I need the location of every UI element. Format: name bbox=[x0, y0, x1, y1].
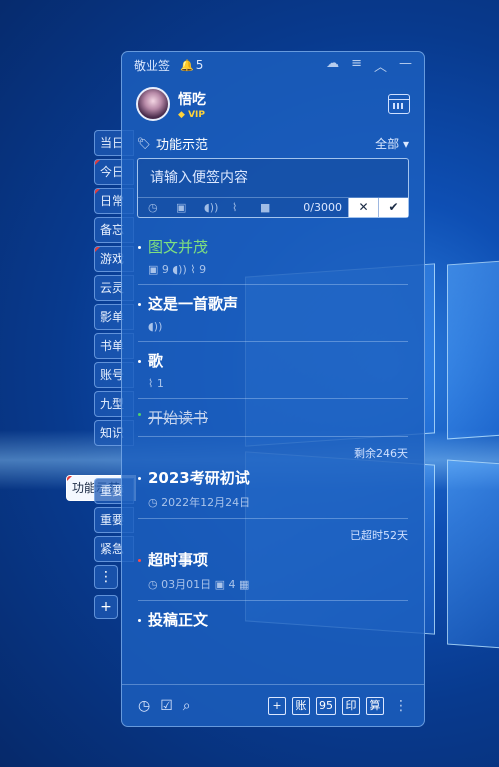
filter-dropdown[interactable]: 全部 ▾ bbox=[375, 135, 409, 152]
profile-header: 悟吃 ◆ VIP bbox=[122, 78, 424, 130]
clock-icon[interactable]: ◷ bbox=[148, 201, 176, 214]
countdown-label: 剩余246天 bbox=[354, 447, 408, 460]
minimize-icon[interactable]: — bbox=[399, 56, 412, 75]
notes-panel: 敬业签 🔔 5 ☁ ≡ ︿ — 悟吃 ◆ VIP 🏷 功能示范 全部 ▾ ◷ ▣… bbox=[121, 51, 425, 727]
collapse-icon[interactable]: ︿ bbox=[374, 56, 387, 75]
note-meta: ◷ 03月01日 ▣ 4 ▦ bbox=[148, 578, 250, 591]
account-tool-button[interactable]: 账 bbox=[292, 696, 310, 715]
bottom-toolbar: ◷ ☑ ⌕ + 账 95 印 算 ⋮ bbox=[122, 684, 424, 726]
note-meta: ◖)) bbox=[148, 320, 163, 333]
note-title: 开始读书 bbox=[148, 409, 209, 427]
cloud-sync-icon[interactable]: ☁ bbox=[326, 56, 339, 75]
note-input-box: ◷ ▣ ◖)) ⌇ ■ 0/3000 ✕ ✔ bbox=[137, 158, 409, 218]
note-dot bbox=[138, 619, 141, 622]
ninety-five-tool-button[interactable]: 95 bbox=[316, 696, 336, 715]
calculator-tool-button[interactable]: 算 bbox=[366, 696, 384, 715]
note-title: 2023考研初试 bbox=[148, 469, 250, 487]
note-title: 投稿正文 bbox=[148, 611, 209, 629]
list-item[interactable]: 已超时52天 超时事项 ◷ 03月01日 ▣ 4 ▦ bbox=[138, 519, 408, 601]
print-tool-button[interactable]: 印 bbox=[342, 696, 360, 715]
note-meta: ◷ 2022年12月24日 bbox=[148, 496, 251, 509]
input-toolbar: ◷ ▣ ◖)) ⌇ ■ 0/3000 ✕ ✔ bbox=[138, 197, 408, 217]
app-title: 敬业签 bbox=[134, 58, 171, 73]
list-item[interactable]: 图文并茂 ▣ 9 ◖)) ⌇ 9 bbox=[138, 228, 408, 285]
more-categories-button[interactable]: ⋮ bbox=[94, 565, 118, 589]
list-item[interactable]: 剩余246天 2023考研初试 ◷ 2022年12月24日 bbox=[138, 437, 408, 519]
vip-badge-label: VIP bbox=[188, 109, 205, 120]
list-item[interactable]: 这是一首歌声 ◖)) bbox=[138, 285, 408, 342]
note-dot bbox=[138, 303, 141, 306]
wallpaper-window-pane bbox=[447, 259, 499, 440]
note-dot bbox=[138, 360, 141, 363]
user-name: 悟吃 bbox=[178, 91, 206, 108]
note-title: 歌 bbox=[148, 352, 164, 370]
search-icon[interactable]: ⌕ bbox=[183, 698, 191, 714]
note-meta: ▣ 9 ◖)) ⌇ 9 bbox=[148, 263, 207, 276]
menu-icon[interactable]: ≡ bbox=[351, 56, 362, 75]
note-meta: ⌇ 1 bbox=[148, 377, 164, 390]
more-icon[interactable]: ⋮ bbox=[394, 698, 408, 714]
reminder-bell-icon[interactable]: 🔔 bbox=[180, 59, 194, 72]
confirm-button[interactable]: ✔ bbox=[378, 198, 408, 217]
overdue-label: 已超时52天 bbox=[350, 529, 408, 542]
audio-icon[interactable]: ◖)) bbox=[204, 201, 232, 214]
format-icon[interactable]: ■ bbox=[260, 201, 288, 214]
filter-label: 全部 bbox=[375, 136, 400, 151]
add-category-button[interactable]: + bbox=[94, 595, 118, 619]
vip-badge: ◆ VIP bbox=[178, 109, 205, 120]
char-counter: 0/3000 bbox=[303, 201, 342, 214]
note-dot bbox=[138, 413, 141, 416]
reminder-count: 5 bbox=[195, 58, 204, 72]
cancel-button[interactable]: ✕ bbox=[348, 198, 378, 217]
note-title: 超时事项 bbox=[148, 551, 209, 569]
note-title: 图文并茂 bbox=[148, 238, 209, 256]
wallpaper-window-pane bbox=[447, 459, 499, 650]
note-dot bbox=[138, 246, 141, 249]
chevron-down-icon: ▾ bbox=[402, 136, 409, 151]
add-note-button[interactable]: + bbox=[268, 696, 286, 715]
category-row: 🏷 功能示范 全部 ▾ bbox=[122, 130, 424, 156]
note-title: 这是一首歌声 bbox=[148, 295, 239, 313]
note-input[interactable] bbox=[138, 159, 408, 197]
checklist-icon[interactable]: ☑ bbox=[160, 698, 173, 714]
note-dot bbox=[138, 559, 141, 562]
bookmark-icon: 🏷 bbox=[137, 136, 151, 150]
title-bar: 敬业签 🔔 5 ☁ ≡ ︿ — bbox=[122, 52, 424, 78]
attachment-icon[interactable]: ⌇ bbox=[232, 201, 260, 214]
list-item[interactable]: 投稿正文 bbox=[138, 601, 408, 638]
image-icon[interactable]: ▣ bbox=[176, 201, 204, 214]
current-category: 功能示范 bbox=[155, 137, 208, 153]
note-dot bbox=[138, 477, 141, 480]
list-item[interactable]: 开始读书 bbox=[138, 399, 408, 437]
calendar-icon[interactable] bbox=[388, 94, 410, 114]
clock-icon[interactable]: ◷ bbox=[138, 698, 150, 714]
avatar[interactable] bbox=[136, 87, 170, 121]
list-item[interactable]: 歌 ⌇ 1 bbox=[138, 342, 408, 399]
